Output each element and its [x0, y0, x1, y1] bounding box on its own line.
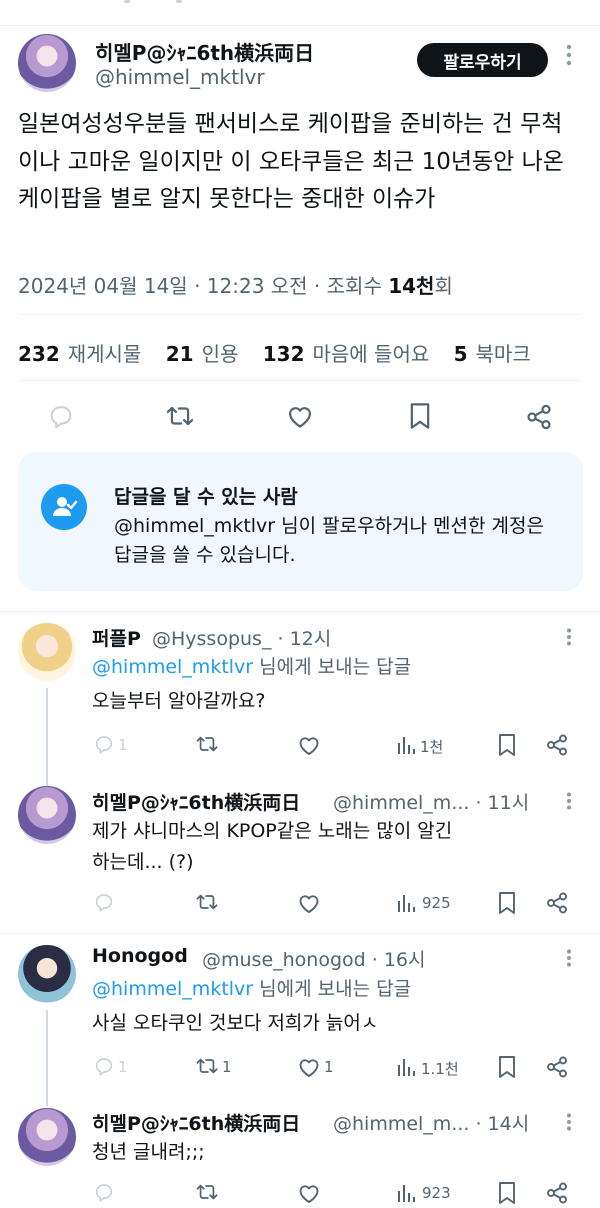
reply-author-name[interactable]: 퍼플P [92, 624, 141, 651]
bookmark-stat[interactable]: 5 북마크 [454, 342, 531, 366]
retweet-stat[interactable]: 232 재게시물 [18, 342, 141, 366]
quote-stat[interactable]: 21 인용 [166, 342, 239, 366]
person-check-icon [41, 484, 87, 530]
divider [0, 933, 600, 934]
mention-link[interactable]: @himmel_mktlvr [92, 978, 253, 1000]
reply-author-name[interactable]: 히멜P@ｼｬﾆ6th横浜両日 [92, 1109, 300, 1136]
reply-icon[interactable] [93, 1181, 115, 1203]
reply-author-name[interactable]: Honogod [92, 945, 188, 967]
view-count: 1.1천 [421, 1060, 459, 1078]
avatar[interactable] [18, 786, 76, 844]
more-icon[interactable] [566, 44, 572, 71]
view-count: 1천 [420, 738, 444, 756]
retweet-icon[interactable] [194, 891, 220, 913]
divider [18, 314, 582, 315]
reply-icon[interactable] [93, 891, 115, 913]
reply-handle-time[interactable]: @himmel_m... · 11시 [333, 788, 529, 815]
share-icon[interactable] [545, 891, 569, 915]
divider [18, 380, 582, 381]
avatar[interactable] [18, 623, 76, 681]
replying-to: @himmel_mktlvr 님에게 보내는 답글 [92, 978, 412, 1000]
reply-text: 오늘부터 알아갈까요? [92, 690, 266, 712]
view-count: 14천 [388, 274, 435, 298]
like-count: 1 [324, 1058, 334, 1076]
bookmark-icon[interactable] [497, 891, 517, 915]
views-icon[interactable] [396, 892, 416, 914]
tweet-meta: 2024년 04월 14일 · 12:23 오전 · 조회수 14천회 [18, 270, 453, 299]
previous-action-fragment [176, 0, 182, 3]
more-icon[interactable] [566, 627, 572, 651]
view-count: 923 [422, 1184, 451, 1202]
bookmark-icon[interactable] [408, 402, 432, 430]
share-icon[interactable] [525, 403, 553, 431]
divider [0, 611, 600, 612]
reply-text: 사실 오타쿠인 것보다 저희가 늙어ㅅ [92, 1012, 379, 1034]
reply-count: 1 [118, 736, 128, 754]
more-icon[interactable] [566, 948, 572, 972]
reply-handle-time[interactable]: @himmel_m... · 14시 [333, 1109, 529, 1136]
share-icon[interactable] [545, 733, 569, 757]
avatar[interactable] [18, 34, 76, 92]
reply-author-name[interactable]: 히멜P@ｼｬﾆ6th横浜両日 [92, 788, 300, 815]
reply-restriction-description: @himmel_mktlvr 님이 팔로우하거나 멘션한 계정은 답글을 쓸 수… [114, 515, 544, 566]
previous-tweet-edge [0, 0, 600, 26]
thread-connector [46, 688, 48, 786]
reply-text: 청년 글내려;;; [92, 1141, 205, 1163]
reply-restriction-title: 답글을 달 수 있는 사람 [114, 486, 298, 508]
reply-handle-time[interactable]: @muse_honogod · 16시 [202, 945, 426, 972]
retweet-icon[interactable] [165, 402, 195, 430]
reply-icon[interactable] [93, 733, 115, 755]
more-icon[interactable] [566, 1112, 572, 1136]
reply-count: 1 [118, 1058, 128, 1076]
retweet-icon[interactable] [194, 733, 220, 755]
views-icon[interactable] [396, 1056, 416, 1078]
avatar[interactable] [18, 1108, 76, 1166]
reply-handle-time[interactable]: @Hyssopus_ · 12시 [152, 624, 331, 651]
follow-button[interactable]: 팔로우하기 [417, 43, 548, 77]
share-icon[interactable] [545, 1055, 569, 1079]
replying-to: @himmel_mktlvr 님에게 보내는 답글 [92, 656, 412, 678]
thread-connector [46, 1010, 48, 1106]
avatar[interactable] [18, 945, 76, 1003]
author-handle[interactable]: @himmel_mktlvr [95, 65, 265, 89]
bookmark-icon[interactable] [497, 733, 517, 757]
retweet-count: 1 [222, 1058, 232, 1076]
like-stat[interactable]: 132 마음에 들어요 [263, 342, 430, 366]
tweet-date[interactable]: 2024년 04월 14일 · 12:23 오전 · 조회수 [18, 274, 388, 298]
retweet-icon[interactable] [194, 1181, 220, 1203]
view-suffix: 회 [434, 274, 453, 298]
retweet-icon[interactable] [194, 1055, 220, 1077]
share-icon[interactable] [545, 1181, 569, 1205]
view-count: 925 [422, 894, 451, 912]
like-icon[interactable] [297, 892, 321, 914]
tweet-text: 일본여성성우분들 팬서비스로 케이팝을 준비하는 건 무척이나 고마운 일이지만… [18, 111, 564, 212]
mention-link[interactable]: @himmel_mktlvr [92, 656, 253, 678]
like-icon[interactable] [286, 403, 314, 429]
like-icon[interactable] [297, 1182, 321, 1204]
bookmark-icon[interactable] [497, 1181, 517, 1205]
reply-restriction-notice: 답글을 달 수 있는 사람 @himmel_mktlvr 님이 팔로우하거나 멘… [18, 452, 583, 591]
like-icon[interactable] [297, 734, 321, 756]
reply-icon[interactable] [47, 402, 75, 430]
more-icon[interactable] [566, 791, 572, 815]
reply-text-line: 제가 샤니마스의 KPOP같은 노래는 많이 알긴 [92, 820, 453, 842]
like-icon[interactable] [297, 1056, 321, 1078]
views-icon[interactable] [396, 734, 416, 756]
author-display-name[interactable]: 히멜P@ｼｬﾆ6th横浜両日 [95, 37, 314, 66]
reply-icon[interactable] [93, 1055, 115, 1077]
previous-action-fragment [124, 0, 130, 3]
views-icon[interactable] [396, 1182, 416, 1204]
engagement-stats: 232 재게시물 21 인용 132 마음에 들어요 5 북마크 [18, 338, 549, 367]
reply-text-line: 하는데... (?) [92, 851, 194, 873]
bookmark-icon[interactable] [497, 1055, 517, 1079]
